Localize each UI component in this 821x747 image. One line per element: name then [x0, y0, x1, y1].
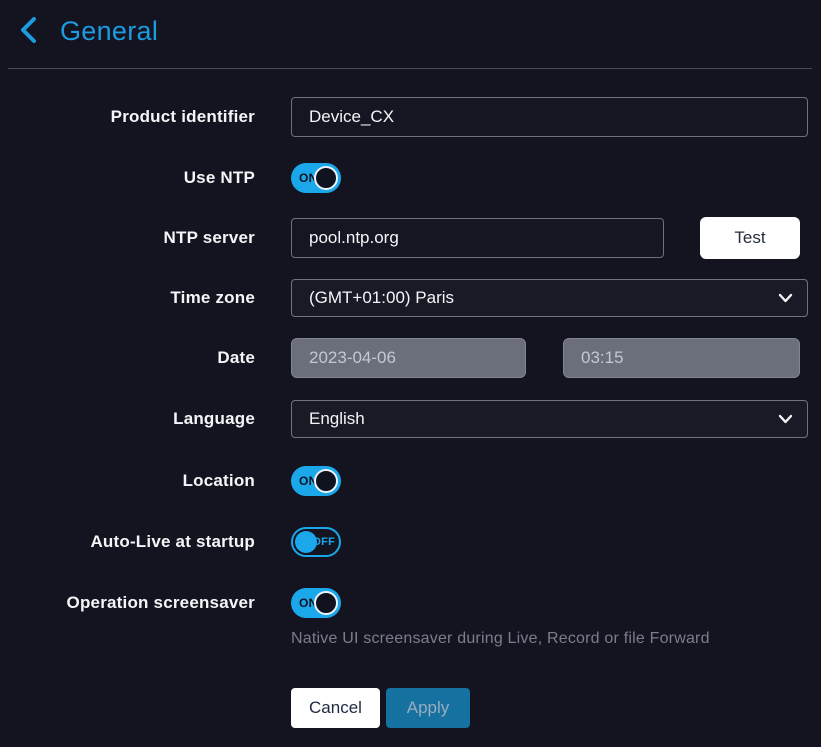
apply-button[interactable]: Apply: [386, 688, 470, 728]
operation-screensaver-row: Operation screensaver ON: [0, 588, 821, 618]
ntp-server-input[interactable]: [291, 218, 664, 258]
screensaver-helper-text: Native UI screensaver during Live, Recor…: [291, 630, 710, 648]
location-label: Location: [0, 471, 255, 491]
language-row: Language English: [0, 400, 821, 438]
general-settings-form: Product identifier Use NTP ON NTP server…: [0, 69, 821, 728]
toggle-knob: [314, 469, 338, 493]
auto-live-row: Auto-Live at startup OFF: [0, 527, 821, 557]
operation-screensaver-toggle[interactable]: ON: [291, 588, 341, 618]
time-zone-row: Time zone (GMT+01:00) Paris: [0, 279, 821, 317]
chevron-left-icon: [18, 15, 40, 48]
toggle-state-text: OFF: [312, 536, 335, 548]
chevron-down-icon: [778, 414, 793, 424]
time-zone-value: (GMT+01:00) Paris: [309, 288, 454, 308]
language-select[interactable]: English: [291, 400, 808, 438]
location-toggle[interactable]: ON: [291, 466, 341, 496]
date-label: Date: [0, 348, 255, 368]
use-ntp-toggle[interactable]: ON: [291, 163, 341, 193]
page-title: General: [60, 16, 158, 47]
form-actions-row: Cancel Apply: [0, 688, 821, 728]
operation-screensaver-label: Operation screensaver: [0, 593, 255, 613]
ntp-server-row: NTP server Test: [0, 217, 821, 259]
auto-live-toggle[interactable]: OFF: [291, 527, 341, 557]
ntp-server-label: NTP server: [0, 228, 255, 248]
use-ntp-row: Use NTP ON: [0, 163, 821, 193]
screensaver-helper-row: Native UI screensaver during Live, Recor…: [0, 630, 821, 648]
back-button[interactable]: [16, 17, 42, 47]
date-row: Date: [0, 338, 821, 378]
test-button[interactable]: Test: [700, 217, 800, 259]
product-identifier-label: Product identifier: [0, 107, 255, 127]
toggle-knob: [314, 166, 338, 190]
date-input: [291, 338, 526, 378]
language-label: Language: [0, 409, 255, 429]
location-row: Location ON: [0, 466, 821, 496]
product-identifier-input[interactable]: [291, 97, 808, 137]
chevron-down-icon: [778, 293, 793, 303]
language-value: English: [309, 409, 365, 429]
general-settings-page: General Product identifier Use NTP ON NT…: [0, 0, 821, 747]
use-ntp-label: Use NTP: [0, 168, 255, 188]
time-zone-select[interactable]: (GMT+01:00) Paris: [291, 279, 808, 317]
auto-live-label: Auto-Live at startup: [0, 532, 255, 552]
page-header: General: [0, 0, 821, 47]
cancel-button[interactable]: Cancel: [291, 688, 380, 728]
time-input: [563, 338, 800, 378]
time-zone-label: Time zone: [0, 288, 255, 308]
toggle-knob: [314, 591, 338, 615]
product-identifier-row: Product identifier: [0, 97, 821, 137]
